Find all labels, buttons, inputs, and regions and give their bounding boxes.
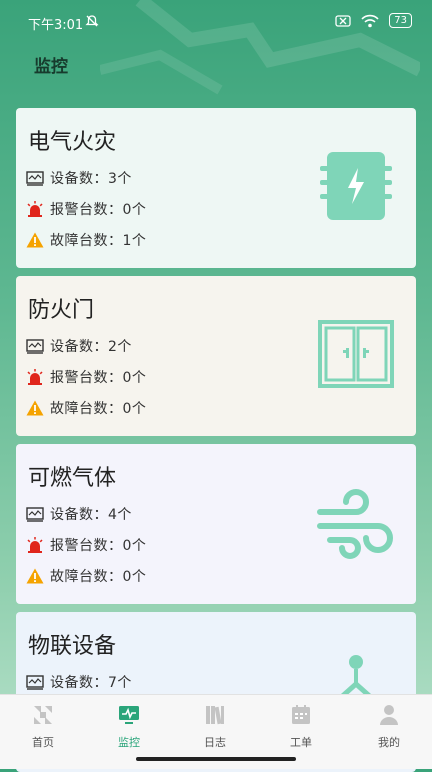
mute-bell-icon: [85, 15, 99, 27]
card-title: 电气火灾: [28, 130, 117, 155]
card-title: 防火门: [28, 298, 95, 323]
device-count-row: 设备数：3个: [26, 168, 132, 188]
monitor-device-icon: [26, 170, 44, 186]
monitor-device-icon: [26, 338, 44, 354]
home-grid-icon: [34, 706, 52, 724]
card-electrical-fire[interactable]: 电气火灾 设备数：3个 报警台数：0个 故障台数：1个: [16, 108, 416, 268]
home-indicator: [136, 757, 296, 761]
fault-count-row: 故障台数：0个: [26, 398, 146, 418]
siren-icon: [26, 369, 44, 385]
monitor-device-icon: [26, 674, 44, 690]
chip-lightning-icon: [320, 152, 392, 220]
tab-profile[interactable]: 我的: [346, 703, 432, 750]
tab-work-order[interactable]: 工单: [258, 703, 344, 750]
tab-label: 监控: [118, 736, 140, 749]
card-fire-door[interactable]: 防火门 设备数：2个 报警台数：0个 故障台数：0个: [16, 276, 416, 436]
calendar-icon: [292, 705, 310, 724]
tab-label: 我的: [378, 736, 400, 749]
fault-count-row: 故障台数：0个: [26, 566, 146, 586]
warning-icon: [26, 568, 44, 584]
tab-home[interactable]: 首页: [0, 703, 86, 750]
siren-icon: [26, 201, 44, 217]
monitor-device-icon: [26, 506, 44, 522]
card-combustible-gas[interactable]: 可燃气体 设备数：4个 报警台数：0个 故障台数：0个: [16, 444, 416, 604]
tab-label: 工单: [290, 736, 312, 749]
status-time: 下午3:01: [28, 18, 84, 33]
tab-label: 日志: [204, 736, 226, 749]
warning-icon: [26, 232, 44, 248]
gas-wind-icon: [317, 489, 393, 559]
device-count-row: 设备数：2个: [26, 336, 132, 356]
card-title: 物联设备: [28, 634, 117, 659]
device-count-row: 设备数：4个: [26, 504, 132, 524]
monitor-icon: [119, 706, 139, 724]
card-title: 可燃气体: [28, 466, 117, 491]
header-decoration: [100, 0, 420, 95]
tab-log[interactable]: 日志: [172, 703, 258, 750]
alarm-count-row: 报警台数：0个: [26, 367, 146, 387]
tab-label: 首页: [32, 736, 54, 749]
books-icon: [206, 706, 224, 725]
device-count-row: 设备数：7个: [26, 672, 132, 692]
alarm-count-row: 报警台数：0个: [26, 535, 146, 555]
tab-monitor[interactable]: 监控: [86, 703, 172, 750]
fault-count-row: 故障台数：1个: [26, 230, 146, 250]
fire-door-icon: [318, 320, 394, 388]
page-title: 监控: [34, 57, 68, 77]
alarm-count-row: 报警台数：0个: [26, 199, 146, 219]
siren-icon: [26, 537, 44, 553]
warning-icon: [26, 400, 44, 416]
user-icon: [380, 705, 398, 725]
